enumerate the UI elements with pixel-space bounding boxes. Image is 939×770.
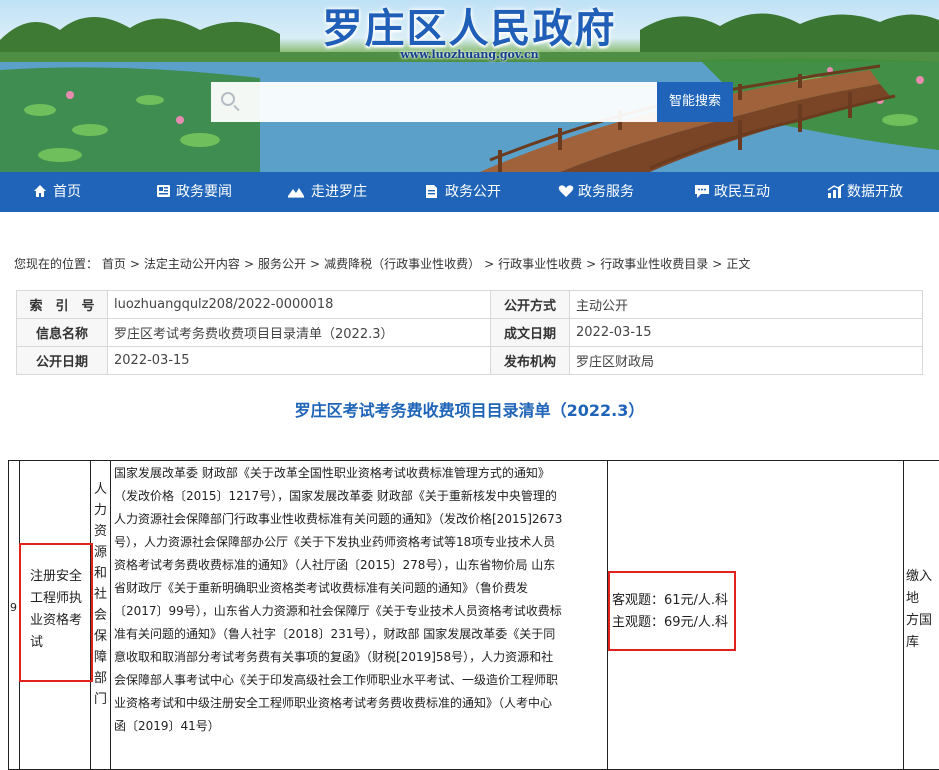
breadcrumb-separator: >	[484, 257, 495, 271]
basis-line: 意收取和取消部分考试考务费有关事项的复函》（财税[2019]58号），人力资源和…	[114, 650, 554, 664]
department-char: 社	[94, 587, 108, 602]
table-row: 公开日期 2022-03-15 发布机构 罗庄区财政局	[16, 346, 923, 375]
date-label: 成文日期	[490, 318, 570, 347]
search-box[interactable]	[211, 82, 657, 124]
chat-icon	[695, 185, 709, 198]
nav-label: 走进罗庄	[311, 184, 367, 200]
basis-line: 号），人力资源社会保障部办公厅《关于下发执业药师资格考试等18项专业技术人员	[114, 535, 556, 549]
name-label: 信息名称	[16, 318, 108, 347]
site-title: 罗庄区人民政府	[322, 6, 617, 52]
nav-label: 政务要闻	[176, 184, 232, 200]
department-char: 源	[94, 545, 108, 560]
method-value: 主动公开	[569, 290, 923, 319]
search-input[interactable]	[247, 82, 651, 124]
basis-line: 省财政厅《关于重新明确职业资格类考试收费标准有关问题的通知》（鲁价费发	[114, 581, 529, 595]
basis-line: 国家发展改革委 财政部《关于改革全国性职业资格考试收费标准管理方式的通知》	[114, 466, 550, 480]
nav-label: 政务服务	[578, 184, 634, 200]
nav-label: 政民互动	[714, 184, 770, 200]
remark-line: 库	[906, 635, 920, 650]
remark-line: 地	[906, 591, 920, 606]
index-label: 索 引 号	[16, 290, 108, 319]
nav-label: 数据开放	[847, 184, 903, 200]
method-label: 公开方式	[490, 290, 570, 319]
basis-line: （发改价格〔2015〕1217号），国家发展改革委 财政部《关于重新核发中央管理…	[114, 489, 557, 503]
highlight-box-fee	[608, 571, 736, 651]
breadcrumb: 您现在的位置： 首页 > 法定主动公开内容 > 服务公开 > 减费降税（行政事业性收费） > 行…	[14, 255, 750, 272]
department-char: 门	[94, 692, 108, 707]
breadcrumb-separator: >	[712, 257, 723, 271]
index-value: luozhuangqulz208/2022-0000018	[107, 290, 491, 319]
breadcrumb-item[interactable]: 服务公开	[258, 257, 306, 271]
basis-line: 业资格考试和中级注册安全工程师职业资格考试考务费收费标准的通知》（人考中心	[114, 696, 553, 710]
breadcrumb-item[interactable]: 法定主动公开内容	[144, 257, 240, 271]
breadcrumb-separator: >	[243, 257, 254, 271]
home-icon	[34, 185, 46, 197]
breadcrumb-item[interactable]: 行政事业性收费	[498, 257, 582, 271]
main-nav: 首页 政务要闻 走进罗庄 政务公开 政务服务 政民互动 数据开放	[0, 172, 939, 212]
site-url: www.luozhuang.gov.cn	[400, 48, 539, 61]
basis-line: 函〔2019〕41号）	[114, 719, 220, 733]
breadcrumb-separator: >	[129, 257, 140, 271]
site-banner: 罗庄区人民政府 www.luozhuang.gov.cn 智能搜索	[0, 0, 939, 172]
remark-line: 方国	[906, 613, 933, 628]
department-char: 保	[94, 629, 108, 644]
org-value: 罗庄区财政局	[569, 346, 923, 375]
department-char: 会	[94, 608, 108, 623]
org-label: 发布机构	[490, 346, 570, 375]
date-value: 2022-03-15	[569, 318, 923, 347]
department-char: 资	[94, 524, 108, 539]
publish-date-label: 公开日期	[16, 346, 108, 375]
department-char: 力	[94, 503, 108, 518]
basis-line: 会保障部人事考试中心《关于印发高级社会工作师职业水平考试、一级造价工程师职	[114, 673, 559, 687]
department-char: 和	[94, 566, 108, 581]
chart-icon	[827, 184, 845, 198]
department-char: 人	[94, 482, 108, 497]
table-row: 索 引 号 luozhuangqulz208/2022-0000018 公开方式…	[16, 290, 923, 319]
breadcrumb-item[interactable]: 首页	[102, 257, 126, 271]
department-char: 部	[94, 671, 108, 686]
document-icon	[426, 185, 437, 198]
breadcrumb-item[interactable]: 行政事业性收费目录	[600, 257, 708, 271]
basis-line: 人力资源社会保障部门行政事业性收费标准有关问题的通知》（发改价格[2015]26…	[114, 512, 563, 526]
department-char: 障	[94, 650, 108, 665]
row-number: 9	[10, 601, 17, 614]
basis-line: 资格考试考务费收费标准的通知》（人社厅函〔2015〕278号），山东省物价局 山…	[114, 558, 556, 572]
name-value: 罗庄区考试考务费收费项目目录清单（2022.3）	[107, 318, 491, 347]
nav-label: 政务公开	[445, 184, 501, 200]
breadcrumb-prefix: 您现在的位置：	[14, 257, 99, 271]
landscape-icon	[288, 188, 304, 198]
nav-label: 首页	[53, 184, 81, 200]
smart-search-button[interactable]: 智能搜索	[657, 82, 733, 122]
remark-line: 缴入	[906, 569, 933, 584]
breadcrumb-separator: >	[310, 257, 321, 271]
basis-line: 〔2017〕99号），山东省人力资源和社会保障厅《关于专业技术人员资格考试收费标	[114, 604, 562, 618]
breadcrumb-current: 正文	[726, 257, 751, 271]
breadcrumb-separator: >	[586, 257, 597, 271]
basis-line: 准有关问题的通知》（鲁人社字〔2018〕231号），财政部 国家发展改革委《关于…	[114, 627, 556, 641]
document-info-table: 索 引 号 luozhuangqulz208/2022-0000018 公开方式…	[16, 290, 923, 375]
publish-date-value: 2022-03-15	[107, 346, 491, 375]
heart-icon	[558, 185, 574, 197]
table-row: 信息名称 罗庄区考试考务费收费项目目录清单（2022.3） 成文日期 2022-…	[16, 318, 923, 347]
search-icon	[221, 92, 235, 106]
newspaper-icon	[157, 185, 170, 197]
document-title: 罗庄区考试考务费收费项目目录清单（2022.3）	[294, 401, 645, 420]
highlight-box-item	[19, 543, 93, 682]
breadcrumb-item[interactable]: 减费降税（行政事业性收费）	[324, 257, 480, 271]
